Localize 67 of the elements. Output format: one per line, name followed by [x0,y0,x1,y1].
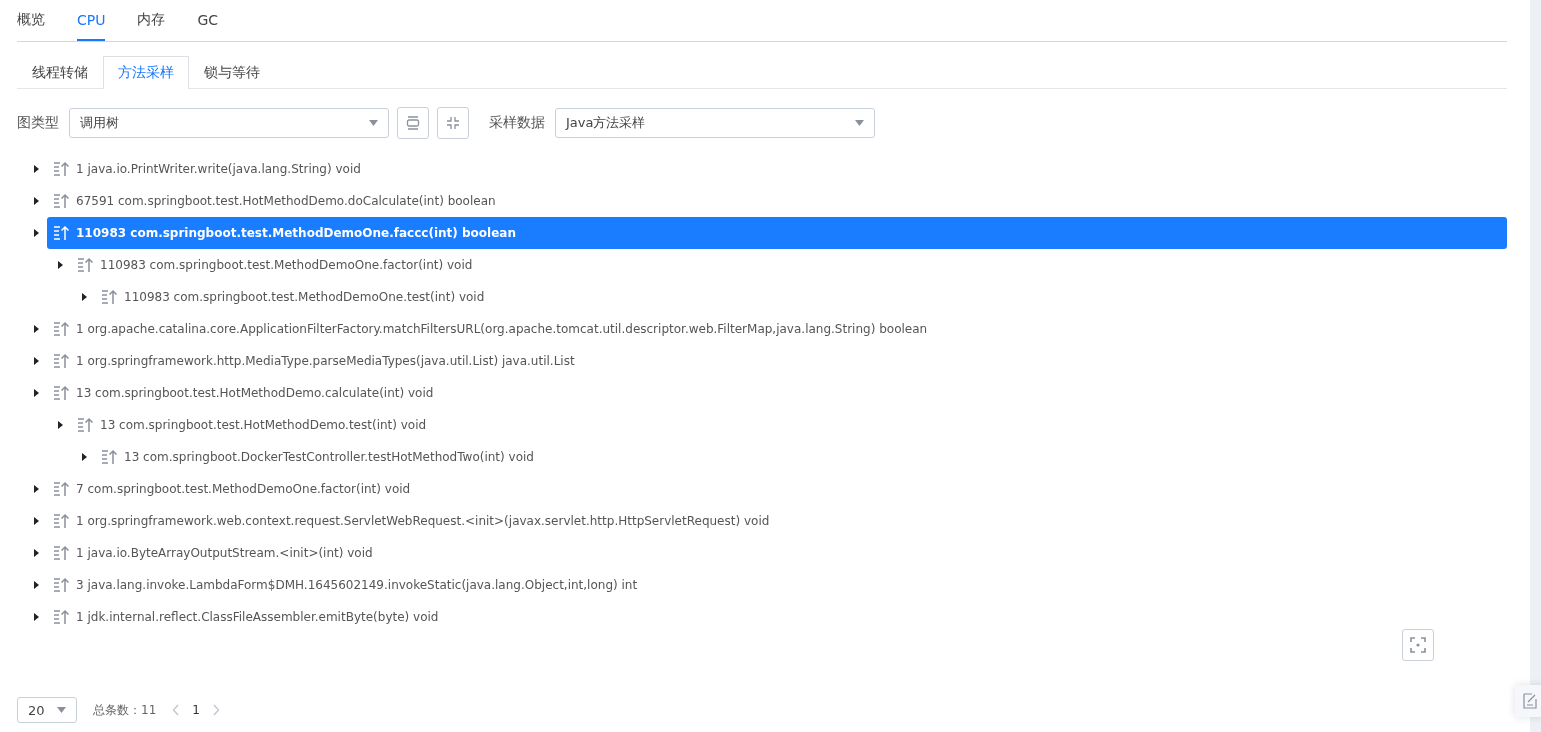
tree-node-icon [53,577,70,593]
tree-node-icon [53,193,70,209]
tree-node-icon [53,385,70,401]
tree-node[interactable]: 110983 com.springboot.test.MethodDemoOne.test(int) void [95,281,1507,313]
tree-node-icon [53,353,70,369]
tree-node-icon [53,481,70,497]
expand-arrow-icon[interactable] [33,325,40,333]
field-label: 图类型 [17,114,59,132]
tree-node[interactable]: 13 com.springboot.test.HotMethodDemo.calculate(int) void [47,377,1507,409]
tree-node-icon [77,417,94,433]
expand-arrow-icon[interactable] [33,357,40,365]
expand-arrow-icon[interactable] [33,165,40,173]
tree-node-icon [101,449,118,465]
main-tab[interactable]: 内存 [137,0,166,41]
tree-node-icon [101,289,118,305]
tree-node[interactable]: 13 com.springboot.DockerTestController.testHotMethodTwo(int) void [95,441,1507,473]
tree-node-icon [53,321,70,337]
expand-arrow-icon[interactable] [33,517,40,525]
fullscreen-icon [1410,637,1426,653]
expand-arrow-icon[interactable] [33,581,40,589]
edit-icon [1523,693,1537,709]
tree-node-icon [53,161,70,177]
tree-node[interactable]: 1 jdk.internal.reflect.ClassFileAssembler.emitByte(byte) void [47,601,1507,633]
tree-node-icon [53,513,70,529]
page-size-select[interactable]: 20 [17,697,77,723]
sample-data-select[interactable]: Java方法采样 [555,108,875,138]
caret-icon [57,707,66,713]
field-label: 采样数据 [489,114,545,132]
tree-node-icon [77,257,94,273]
tree-node[interactable]: 3 java.lang.invoke.LambdaForm$DMH.1645602149.invokeStatic(java.lang.Object,int,long) int [47,569,1507,601]
expand-icon [405,115,421,131]
expand-arrow-icon[interactable] [33,549,40,557]
chart-type-select[interactable]: 调用树 [69,108,389,138]
tree-node[interactable]: 110983 com.springboot.test.MethodDemoOne.factor(int) void [71,249,1507,281]
sub-tab[interactable]: 锁与等待 [189,56,275,89]
tree-node[interactable]: 110983 com.springboot.test.MethodDemoOne.faccc(int) boolean [47,217,1507,249]
tree-node-icon [53,545,70,561]
tree-node[interactable]: 1 org.springframework.http.MediaType.parseMediaTypes(java.util.List) java.util.List [47,345,1507,377]
tree-node-icon [53,609,70,625]
caret-icon [369,120,378,126]
tree-node[interactable]: 7 com.springboot.test.MethodDemoOne.factor(int) void [47,473,1507,505]
main-tab[interactable]: CPU [77,0,106,41]
expand-arrow-icon[interactable] [33,197,40,205]
expand-arrow-icon[interactable] [57,261,64,269]
expand-arrow-icon[interactable] [33,613,40,621]
tree-node[interactable]: 1 org.apache.catalina.core.ApplicationFilterFactory.matchFiltersURL(org.apache.tomcat.util.descriptor.web.FilterMap,java.lang.String) boolean [47,313,1507,345]
expand-arrow-icon[interactable] [33,229,40,237]
expand-arrow-icon[interactable] [33,485,40,493]
caret-icon [855,120,864,126]
page-number[interactable]: 1 [192,703,200,717]
main-tab[interactable]: GC [197,0,219,41]
expand-arrow-icon[interactable] [33,389,40,397]
expand-arrow-icon[interactable] [57,421,64,429]
total-count: 总条数：11 [93,701,157,719]
collapse-icon [446,116,460,130]
main-tab[interactable]: 概览 [17,0,45,41]
expand-arrow-icon[interactable] [81,453,88,461]
tree-node[interactable]: 67591 com.springboot.test.HotMethodDemo.doCalculate(int) boolean [47,185,1507,217]
tree-node-icon [53,225,70,241]
sub-tab[interactable]: 线程转储 [17,56,103,89]
expand-arrow-icon[interactable] [81,293,88,301]
tree-node[interactable]: 13 com.springboot.test.HotMethodDemo.test(int) void [71,409,1507,441]
tree-node[interactable]: 1 org.springframework.web.context.request.ServletWebRequest.<init>(javax.servlet.http.HttpServletRequest) void [47,505,1507,537]
sub-tab[interactable]: 方法采样 [103,56,189,89]
tree-node[interactable]: 1 java.io.PrintWriter.write(java.lang.String) void [47,153,1507,185]
tree-node[interactable]: 1 java.io.ByteArrayOutputStream.<init>(int) void [47,537,1507,569]
scrollbar-track[interactable] [1530,0,1541,732]
